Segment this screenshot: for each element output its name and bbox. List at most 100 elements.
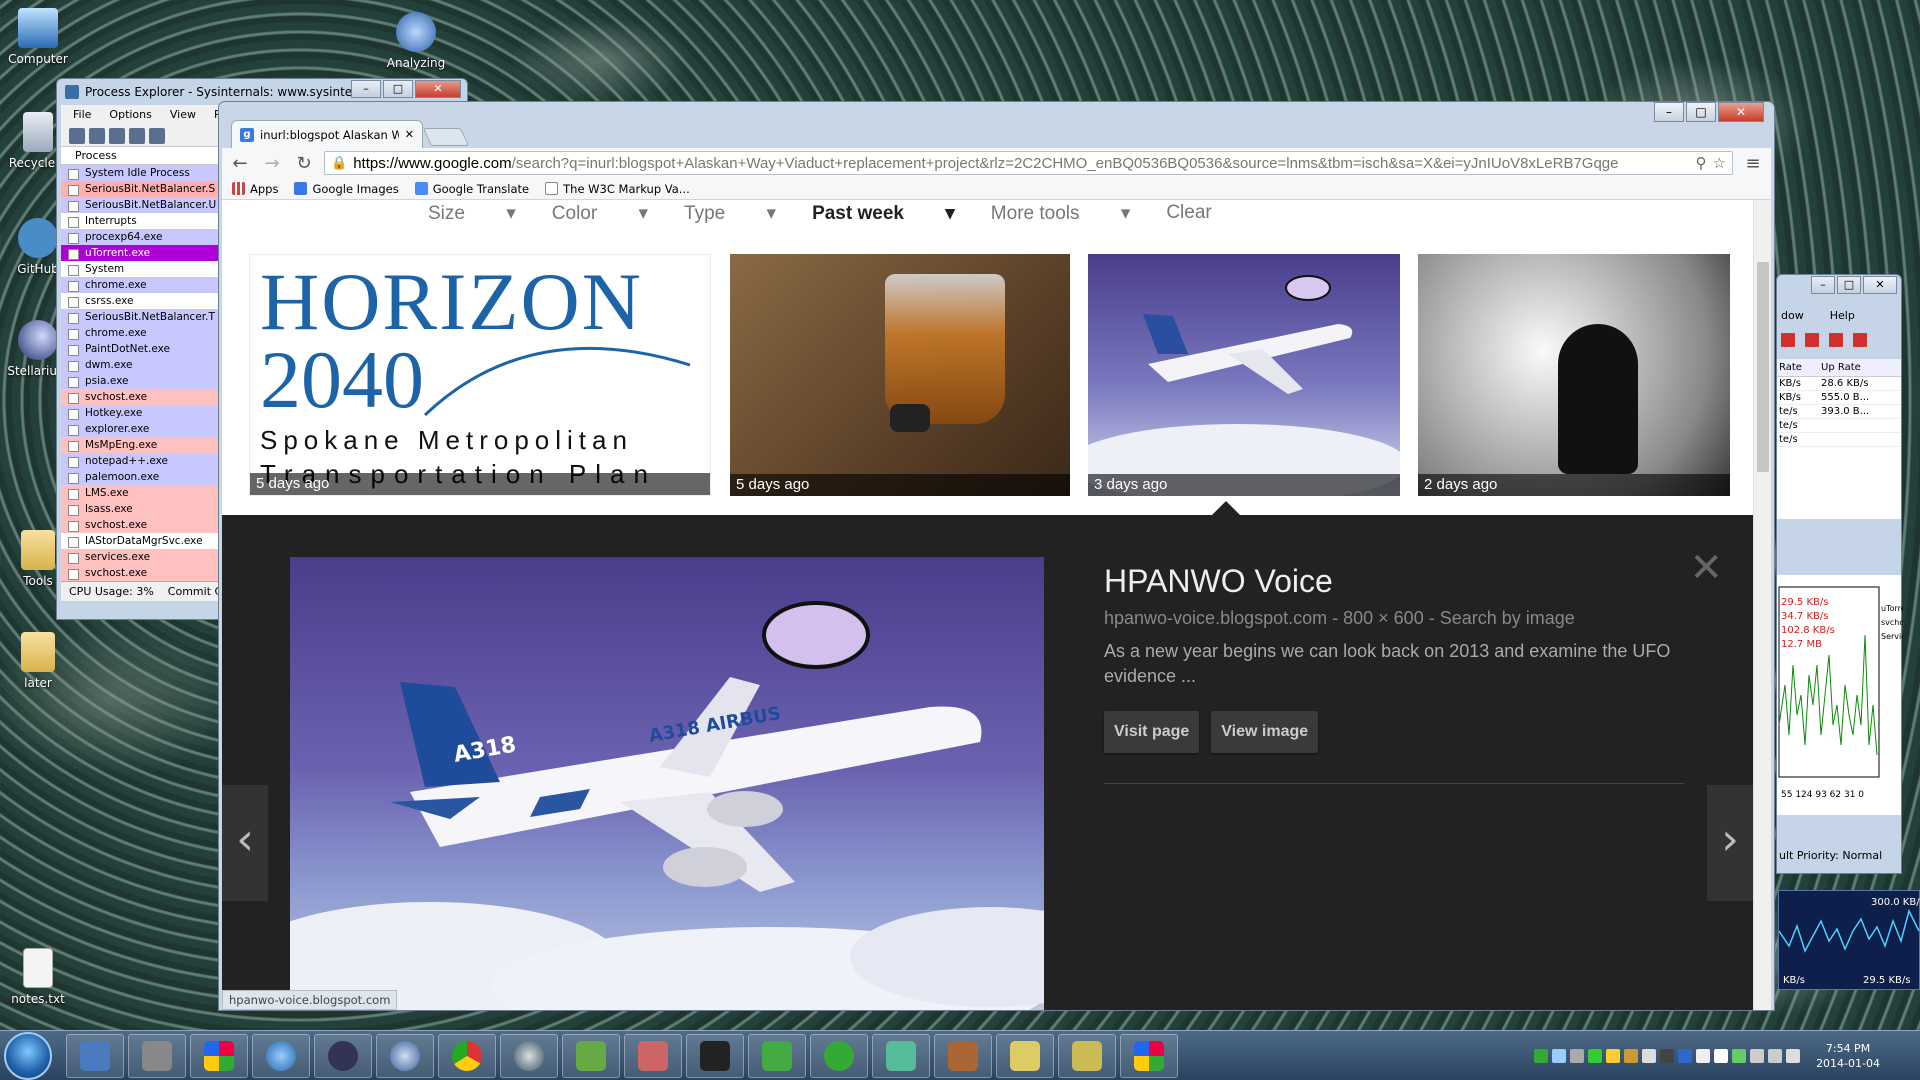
tray-icon[interactable]	[1732, 1048, 1747, 1063]
taskbar-app[interactable]	[748, 1033, 806, 1078]
tray-icon[interactable]	[1552, 1048, 1567, 1063]
close-button[interactable]: ✕	[1718, 102, 1764, 122]
tray-icon[interactable]	[1570, 1048, 1585, 1063]
address-bar[interactable]: 🔒 https://www.google.com/search?q=inurl:…	[324, 151, 1733, 175]
tray-icon[interactable]	[1588, 1048, 1603, 1063]
taskbar-app[interactable]	[128, 1033, 186, 1078]
filter-size[interactable]: Size ▾	[428, 202, 516, 225]
menu-window[interactable]: dow	[1781, 309, 1804, 322]
filter-clear[interactable]: Clear	[1166, 202, 1211, 225]
taskbar-app[interactable]	[376, 1033, 434, 1078]
traffic-table[interactable]: Rate Up Rate KB/s 28.6 KB/s KB/s 555.0 B...…	[1777, 359, 1901, 519]
tray-icon[interactable]	[1642, 1048, 1657, 1063]
close-preview-icon[interactable]: ✕	[1689, 545, 1723, 591]
image-title[interactable]: HPANWO Voice	[1104, 563, 1694, 600]
vertical-scrollbar[interactable]	[1753, 200, 1771, 1010]
star-icon[interactable]: ☆	[1713, 154, 1726, 172]
image-result-1[interactable]: HORIZON 2040 Spokane Metropolitan Transp…	[249, 254, 711, 496]
visit-page-button[interactable]: Visit page	[1104, 711, 1200, 753]
traffic-row[interactable]: te/s	[1777, 433, 1901, 447]
tray-icon[interactable]	[1624, 1048, 1639, 1063]
next-image-button[interactable]: ›	[1707, 785, 1753, 901]
traffic-row[interactable]: KB/s 555.0 B...	[1777, 391, 1901, 405]
desktop-icon-later[interactable]: later	[0, 632, 76, 690]
maximize-button[interactable]: □	[1837, 276, 1861, 294]
netbalancer-window[interactable]: – □ ✕ dow Help Rate Up Rate KB/s 28.6 KB/…	[1776, 274, 1908, 874]
minimize-button[interactable]: –	[1654, 102, 1684, 122]
tray-icon[interactable]	[1696, 1048, 1711, 1063]
search-icon[interactable]: ⚲	[1696, 154, 1707, 172]
taskbar-app[interactable]	[996, 1033, 1054, 1078]
properties-icon[interactable]	[129, 128, 145, 144]
menu-view[interactable]: View	[170, 105, 196, 125]
bookmark-google-images[interactable]: Google Images	[294, 182, 399, 196]
traffic-row[interactable]: te/s 393.0 B...	[1777, 405, 1901, 419]
traffic-row[interactable]: te/s	[1777, 419, 1901, 433]
close-tab-icon[interactable]: ✕	[405, 128, 414, 141]
filter-type[interactable]: Type ▾	[684, 202, 776, 225]
scrollbar-thumb[interactable]	[1757, 262, 1769, 472]
image-result-2[interactable]: 5 days ago	[730, 254, 1070, 496]
cpu-icon[interactable]	[109, 128, 125, 144]
col-rate[interactable]: Rate	[1777, 359, 1813, 376]
clock[interactable]: 7:54 PM 2014-01-04	[1816, 1041, 1880, 1071]
browser-tab[interactable]: g inurl:blogspot Alaskan W ✕	[231, 120, 423, 148]
tray-icon[interactable]	[1714, 1048, 1729, 1063]
close-button[interactable]: ✕	[1863, 276, 1897, 294]
filter-time[interactable]: Past week ▾	[812, 202, 955, 225]
taskbar-app[interactable]	[934, 1033, 992, 1078]
taskbar-app[interactable]	[438, 1033, 496, 1078]
taskbar-app[interactable]	[624, 1033, 682, 1078]
traffic-row[interactable]: KB/s 28.6 KB/s	[1777, 377, 1901, 391]
maximize-button[interactable]: □	[383, 80, 413, 98]
tray-icon[interactable]	[1678, 1048, 1693, 1063]
tree-icon[interactable]	[149, 128, 165, 144]
filter-more-tools[interactable]: More tools ▾	[991, 202, 1131, 225]
taskbar-app[interactable]	[810, 1033, 868, 1078]
taskbar-app[interactable]	[66, 1033, 124, 1078]
start-button[interactable]	[4, 1031, 52, 1080]
desktop-icon-computer[interactable]: Computer	[0, 8, 76, 66]
filter-color[interactable]: Color ▾	[552, 202, 648, 225]
priority-icon[interactable]	[1829, 333, 1843, 347]
taskbar-app[interactable]	[562, 1033, 620, 1078]
forward-icon[interactable]: →	[260, 153, 284, 174]
taskbar-app[interactable]	[314, 1033, 372, 1078]
new-tab-button[interactable]	[422, 128, 470, 146]
save-icon[interactable]	[69, 128, 85, 144]
taskbar-app[interactable]	[252, 1033, 310, 1078]
image-result-3[interactable]: 3 days ago	[1088, 254, 1400, 496]
image-meta[interactable]: hpanwo-voice.blogspot.com - 800 × 600 - …	[1104, 608, 1694, 629]
preview-image[interactable]: A318 A318 AIRBUS	[290, 557, 1044, 1010]
bookmark-apps[interactable]: Apps	[232, 182, 278, 196]
volume-icon[interactable]	[1750, 1048, 1765, 1063]
view-image-button[interactable]: View image	[1211, 711, 1319, 753]
network-icon[interactable]	[1768, 1048, 1783, 1063]
menu-icon[interactable]: ≡	[1741, 153, 1765, 174]
priority-icon[interactable]	[1805, 333, 1819, 347]
menu-help[interactable]: Help	[1830, 309, 1855, 322]
desktop-icon-notes[interactable]: notes.txt	[0, 948, 76, 1006]
back-icon[interactable]: ←	[228, 153, 252, 174]
bookmark-google-translate[interactable]: Google Translate	[414, 182, 529, 196]
reload-icon[interactable]: ↻	[292, 153, 316, 174]
taskbar-app[interactable]	[500, 1033, 558, 1078]
tray-icon[interactable]	[1534, 1048, 1549, 1063]
taskbar-app[interactable]	[686, 1033, 744, 1078]
col-up-rate[interactable]: Up Rate	[1813, 359, 1861, 376]
priority-icon[interactable]	[1853, 333, 1867, 347]
menu-options[interactable]: Options	[109, 105, 151, 125]
taskbar-app[interactable]	[1120, 1033, 1178, 1078]
flag-icon[interactable]	[1786, 1048, 1801, 1063]
tray-icon[interactable]	[1606, 1048, 1621, 1063]
bookmark-w3c-validator[interactable]: The W3C Markup Va...	[545, 182, 690, 196]
minimize-button[interactable]: –	[1811, 276, 1835, 294]
chrome-window[interactable]: g inurl:blogspot Alaskan W ✕ – □ ✕ ← → ↻…	[218, 101, 1775, 1011]
previous-image-button[interactable]: ‹	[222, 785, 268, 901]
maximize-button[interactable]: □	[1686, 102, 1716, 122]
priority-icon[interactable]	[1781, 333, 1795, 347]
desktop-icon-analyzing[interactable]: Analyzing	[378, 12, 454, 70]
taskbar-app[interactable]	[1058, 1033, 1116, 1078]
network-meter-widget[interactable]: 300.0 KB/s KB/s 29.5 KB/s	[1778, 890, 1920, 990]
refresh-icon[interactable]	[89, 128, 105, 144]
